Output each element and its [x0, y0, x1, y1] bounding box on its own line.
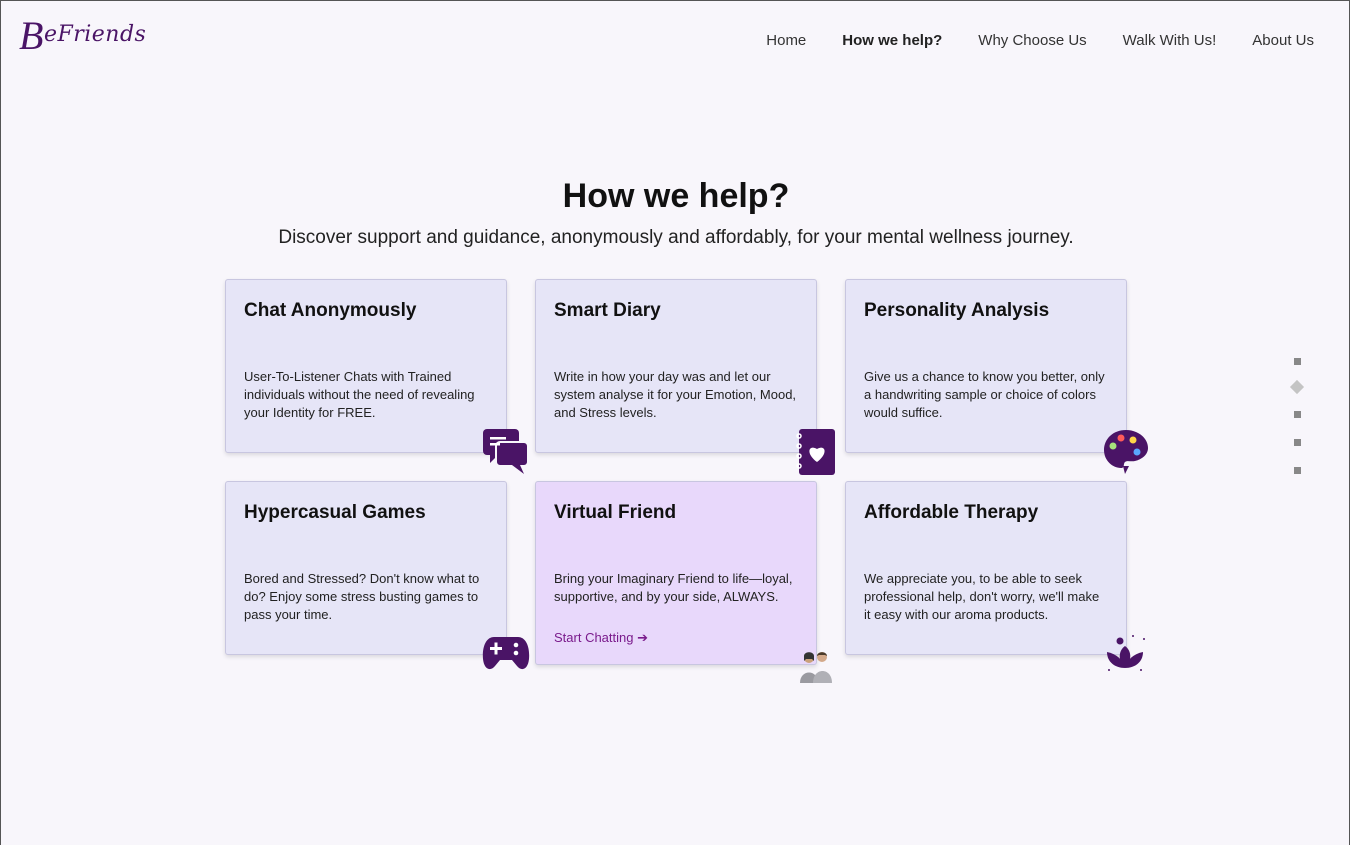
card-text: User-To-Listener Chats with Trained indi…: [244, 369, 475, 420]
card-hypercasual-games[interactable]: Hypercasual Games Bored and Stressed? Do…: [225, 481, 507, 655]
card-title: Personality Analysis: [864, 300, 1050, 321]
card-smart-diary[interactable]: Smart Diary Write in how your day was an…: [535, 279, 817, 453]
section-title: How we help?: [562, 177, 790, 215]
pagination-dot-4[interactable]: [1293, 439, 1301, 446]
card-text: Write in how your day was and let our sy…: [554, 369, 797, 420]
card-affordable-therapy[interactable]: Affordable Therapy We appreciate you, to…: [845, 481, 1127, 655]
nav-home[interactable]: Home: [766, 32, 806, 49]
card-title: Smart Diary: [554, 300, 661, 321]
friends-avatar-icon: [800, 652, 832, 683]
pagination-dot-1[interactable]: [1293, 358, 1301, 365]
pagination-dot-5[interactable]: [1293, 467, 1301, 474]
nav-walk-with-us[interactable]: Walk With Us!: [1123, 32, 1217, 49]
main-nav: Home How we help? Why Choose Us Walk Wit…: [766, 32, 1314, 49]
nav-how-we-help[interactable]: How we help?: [842, 32, 942, 49]
chat-icon: [483, 429, 529, 474]
card-title: Affordable Therapy: [864, 502, 1039, 523]
card-chat-anonymously[interactable]: Chat Anonymously User-To-Listener Chats …: [225, 279, 507, 453]
gamepad-icon: [482, 637, 530, 670]
card-text: Bring your Imaginary Friend to life—loya…: [554, 571, 793, 604]
card-text: We appreciate you, to be able to seek pr…: [864, 571, 1100, 622]
card-text: Bored and Stressed? Don't know what to d…: [244, 571, 480, 622]
card-title: Hypercasual Games: [244, 502, 426, 523]
palette-icon: [1104, 430, 1148, 474]
card-title: Virtual Friend: [554, 502, 677, 523]
logo-text: eFriends: [43, 22, 147, 47]
card-text: Give us a chance to know you better, onl…: [864, 369, 1105, 420]
card-title: Chat Anonymously: [244, 300, 417, 321]
card-personality-analysis[interactable]: Personality Analysis Give us a chance to…: [845, 279, 1127, 453]
page-pagination: [1289, 358, 1305, 495]
logo[interactable]: BeFriends: [19, 16, 147, 56]
pagination-dot-2-active[interactable]: [1289, 379, 1305, 395]
diary-icon: [796, 429, 835, 475]
card-virtual-friend[interactable]: Virtual Friend Bring your Imaginary Frie…: [535, 481, 817, 665]
nav-about-us[interactable]: About Us: [1252, 32, 1314, 49]
lotus-icon: [1107, 635, 1145, 671]
nav-why-choose-us[interactable]: Why Choose Us: [978, 32, 1086, 49]
logo-initial: B: [19, 13, 44, 58]
pagination-dot-3[interactable]: [1293, 411, 1301, 418]
section-subtitle: Discover support and guidance, anonymous…: [278, 227, 1074, 248]
start-chatting-link[interactable]: Start Chatting ➔: [554, 630, 648, 646]
